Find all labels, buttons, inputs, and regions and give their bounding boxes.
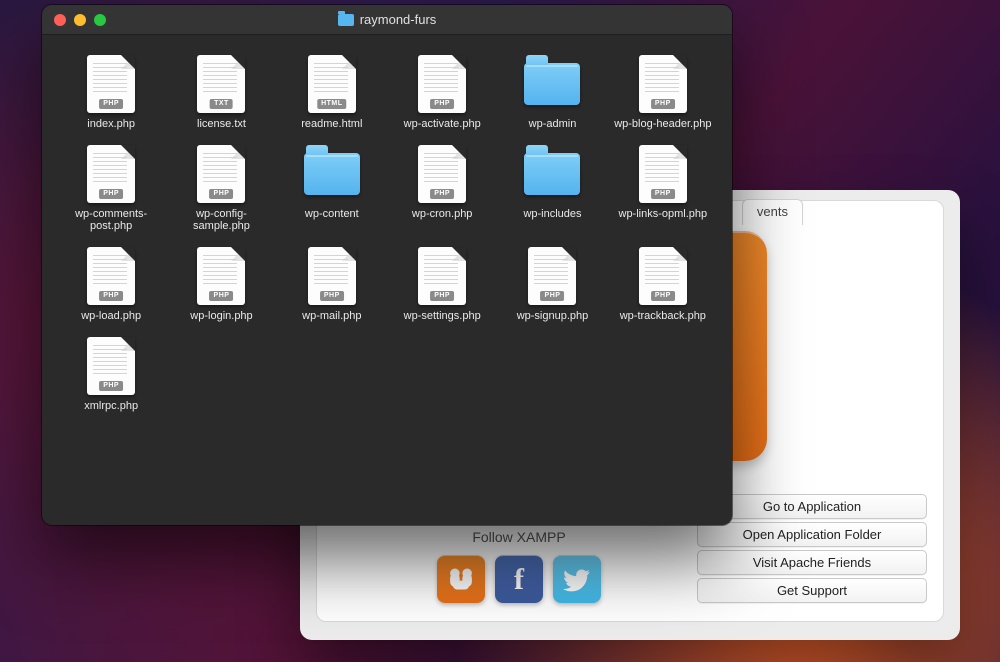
filetype-badge: TXT: [210, 99, 233, 109]
file-label: wp-blog-header.php: [614, 118, 711, 131]
folder-icon: [524, 153, 580, 195]
file-item[interactable]: PHP wp-login.php: [170, 247, 272, 323]
minimize-icon[interactable]: [74, 14, 86, 26]
file-item[interactable]: PHP wp-cron.php: [391, 145, 493, 233]
file-label: xmlrpc.php: [84, 400, 138, 413]
folder-item[interactable]: wp-admin: [501, 55, 603, 131]
file-label: wp-activate.php: [404, 118, 481, 131]
file-item[interactable]: PHP wp-activate.php: [391, 55, 493, 131]
filetype-badge: PHP: [651, 189, 675, 199]
xampp-button[interactable]: Visit Apache Friends: [697, 550, 927, 575]
document-icon: PHP: [418, 247, 466, 305]
file-label: wp-signup.php: [517, 310, 589, 323]
file-label: wp-trackback.php: [620, 310, 706, 323]
zoom-icon[interactable]: [94, 14, 106, 26]
file-item[interactable]: PHP wp-config-sample.php: [170, 145, 272, 233]
document-icon: PHP: [87, 337, 135, 395]
filetype-badge: PHP: [320, 291, 344, 301]
filetype-badge: PHP: [430, 99, 454, 109]
file-label: wp-config-sample.php: [171, 208, 271, 233]
filetype-badge: PHP: [99, 381, 123, 391]
document-icon: PHP: [197, 145, 245, 203]
social-xampp-icon[interactable]: [437, 555, 485, 603]
file-item[interactable]: PHP wp-comments-post.php: [60, 145, 162, 233]
filetype-badge: PHP: [430, 291, 454, 301]
window-controls: [54, 14, 106, 26]
file-item[interactable]: PHP wp-trackback.php: [612, 247, 714, 323]
file-label: wp-admin: [529, 118, 577, 131]
social-facebook-icon[interactable]: f: [495, 555, 543, 603]
desktop-background: vents Follow XAMPP: [0, 0, 1000, 662]
folder-item[interactable]: wp-content: [281, 145, 383, 233]
filetype-badge: PHP: [99, 291, 123, 301]
file-label: wp-mail.php: [302, 310, 361, 323]
file-item[interactable]: PHP wp-signup.php: [501, 247, 603, 323]
file-label: wp-comments-post.php: [61, 208, 161, 233]
finder-icon-grid: PHP index.php TXT license.txt HTML readme.htm…: [42, 35, 732, 422]
file-item[interactable]: PHP wp-mail.php: [281, 247, 383, 323]
file-label: license.txt: [197, 118, 246, 131]
file-item[interactable]: PHP index.php: [60, 55, 162, 131]
filetype-badge: HTML: [317, 99, 346, 109]
file-label: wp-login.php: [190, 310, 252, 323]
document-icon: PHP: [639, 247, 687, 305]
folder-icon: [304, 153, 360, 195]
filetype-badge: PHP: [430, 189, 454, 199]
folder-item[interactable]: wp-includes: [501, 145, 603, 233]
document-icon: HTML: [308, 55, 356, 113]
document-icon: TXT: [197, 55, 245, 113]
file-label: index.php: [87, 118, 135, 131]
filetype-badge: PHP: [99, 189, 123, 199]
file-label: wp-includes: [523, 208, 581, 221]
xampp-button[interactable]: Get Support: [697, 578, 927, 603]
file-item[interactable]: HTML readme.html: [281, 55, 383, 131]
social-twitter-icon[interactable]: [553, 555, 601, 603]
document-icon: PHP: [87, 55, 135, 113]
folder-icon: [338, 14, 354, 26]
filetype-badge: PHP: [210, 291, 234, 301]
file-item[interactable]: PHP wp-load.php: [60, 247, 162, 323]
document-icon: PHP: [528, 247, 576, 305]
finder-title: raymond-furs: [360, 12, 437, 27]
file-label: wp-links-opml.php: [619, 208, 708, 221]
folder-icon: [524, 63, 580, 105]
filetype-badge: PHP: [99, 99, 123, 109]
document-icon: PHP: [87, 247, 135, 305]
close-icon[interactable]: [54, 14, 66, 26]
document-icon: PHP: [308, 247, 356, 305]
finder-titlebar[interactable]: raymond-furs: [42, 5, 732, 35]
filetype-badge: PHP: [541, 291, 565, 301]
document-icon: PHP: [197, 247, 245, 305]
file-item[interactable]: PHP wp-blog-header.php: [612, 55, 714, 131]
xampp-button[interactable]: Open Application Folder: [697, 522, 927, 547]
file-item[interactable]: PHP xmlrpc.php: [60, 337, 162, 413]
tab-events[interactable]: vents: [742, 199, 803, 225]
file-label: wp-cron.php: [412, 208, 473, 221]
file-label: readme.html: [301, 118, 362, 131]
document-icon: PHP: [87, 145, 135, 203]
document-icon: PHP: [639, 145, 687, 203]
file-label: wp-load.php: [81, 310, 141, 323]
file-item[interactable]: TXT license.txt: [170, 55, 272, 131]
file-item[interactable]: PHP wp-links-opml.php: [612, 145, 714, 233]
filetype-badge: PHP: [651, 291, 675, 301]
document-icon: PHP: [418, 55, 466, 113]
finder-window[interactable]: raymond-furs PHP index.php TXT license.txt H…: [42, 5, 732, 525]
file-label: wp-settings.php: [404, 310, 481, 323]
follow-xampp-label: Follow XAMPP: [437, 529, 601, 545]
file-label: wp-content: [305, 208, 359, 221]
filetype-badge: PHP: [651, 99, 675, 109]
file-item[interactable]: PHP wp-settings.php: [391, 247, 493, 323]
document-icon: PHP: [418, 145, 466, 203]
filetype-badge: PHP: [210, 189, 234, 199]
document-icon: PHP: [639, 55, 687, 113]
social-row: f: [437, 555, 601, 603]
